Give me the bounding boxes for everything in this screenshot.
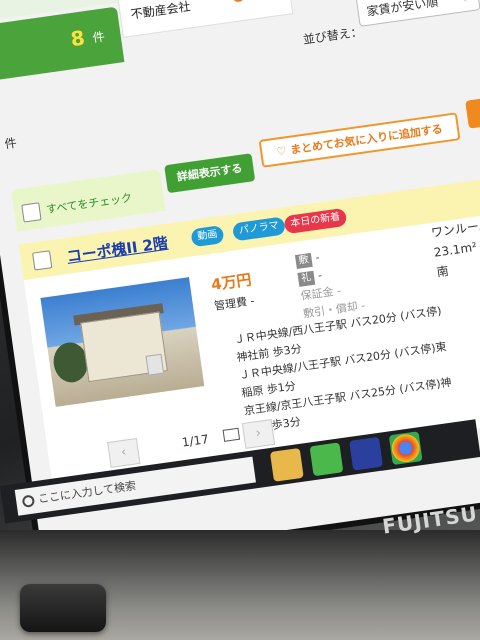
realestate-count: 0 <box>230 0 247 7</box>
chevron-down-icon <box>459 0 471 2</box>
next-photo-button[interactable]: › <box>241 419 276 449</box>
add-favorites-button[interactable]: ♡ まとめてお気に入りに追加する <box>258 112 461 168</box>
check-all-label: すべてをチェック <box>45 191 133 217</box>
deposit-info: 敷- 礼- 保証金 - 敷引・償却 - <box>294 243 367 323</box>
realestate-unit: 件 <box>252 0 266 2</box>
badge-new: 本日の新着 <box>283 207 348 235</box>
check-all[interactable]: すべてをチェック <box>11 169 166 232</box>
orange-action-button[interactable] <box>465 91 480 129</box>
listing-checkbox[interactable] <box>32 250 53 271</box>
sort-select[interactable]: 家賃が安い順 <box>355 0 480 27</box>
detail-button[interactable]: 詳細表示する <box>164 153 256 194</box>
realestate-label: 不動産会社 <box>129 0 192 22</box>
layout-info: ワンルーム 23.1m² 南 <box>430 215 480 283</box>
property-photo[interactable] <box>40 277 205 407</box>
rei-value: - <box>317 268 323 283</box>
heart-icon: ♡ <box>275 144 288 159</box>
add-favorites-label: まとめてお気に入りに追加する <box>289 122 444 157</box>
badge-panorama: パノラマ <box>231 216 286 242</box>
badge-video: 動画 <box>190 225 225 248</box>
app-window-icon[interactable] <box>349 436 384 471</box>
count-unit-label: 件 <box>3 135 18 152</box>
photo-tank <box>145 353 165 376</box>
management-fee: 管理費 - <box>213 294 256 313</box>
check-all-checkbox[interactable] <box>21 202 42 223</box>
photo-page-number: 1/17 <box>180 432 210 450</box>
shiki-tag: 敷 <box>294 252 313 270</box>
chrome-icon[interactable] <box>388 431 423 466</box>
gallery-icon[interactable] <box>222 427 241 442</box>
realestate-count-box[interactable]: 不動産会社 0 件 <box>116 0 294 38</box>
property-count: 8 <box>69 25 87 52</box>
taskbar-search-placeholder: ここに入力して検索 <box>37 479 137 506</box>
property-count-unit: 件 <box>91 29 106 46</box>
shiki-value: - <box>314 250 321 265</box>
sort-selected-value: 家賃が安い順 <box>365 0 440 19</box>
access-info: ＪＲ中央線/西八王子駅 バス20分 (バス停) 神社前 歩3分 ＪＲ中央線/八王… <box>233 302 455 438</box>
laptop-bezel <box>0 530 480 640</box>
laptop-hinge <box>20 584 106 632</box>
property-count-box[interactable]: 8 件 <box>0 6 125 83</box>
sort-label: 並び替え： <box>302 24 364 47</box>
rei-tag: 礼 <box>297 270 316 287</box>
rent-price: 4万円 <box>210 270 253 295</box>
prev-photo-button[interactable]: ‹ <box>107 437 141 468</box>
search-icon <box>21 494 36 508</box>
line-app-icon[interactable] <box>309 442 344 477</box>
folder-icon[interactable] <box>269 447 304 482</box>
